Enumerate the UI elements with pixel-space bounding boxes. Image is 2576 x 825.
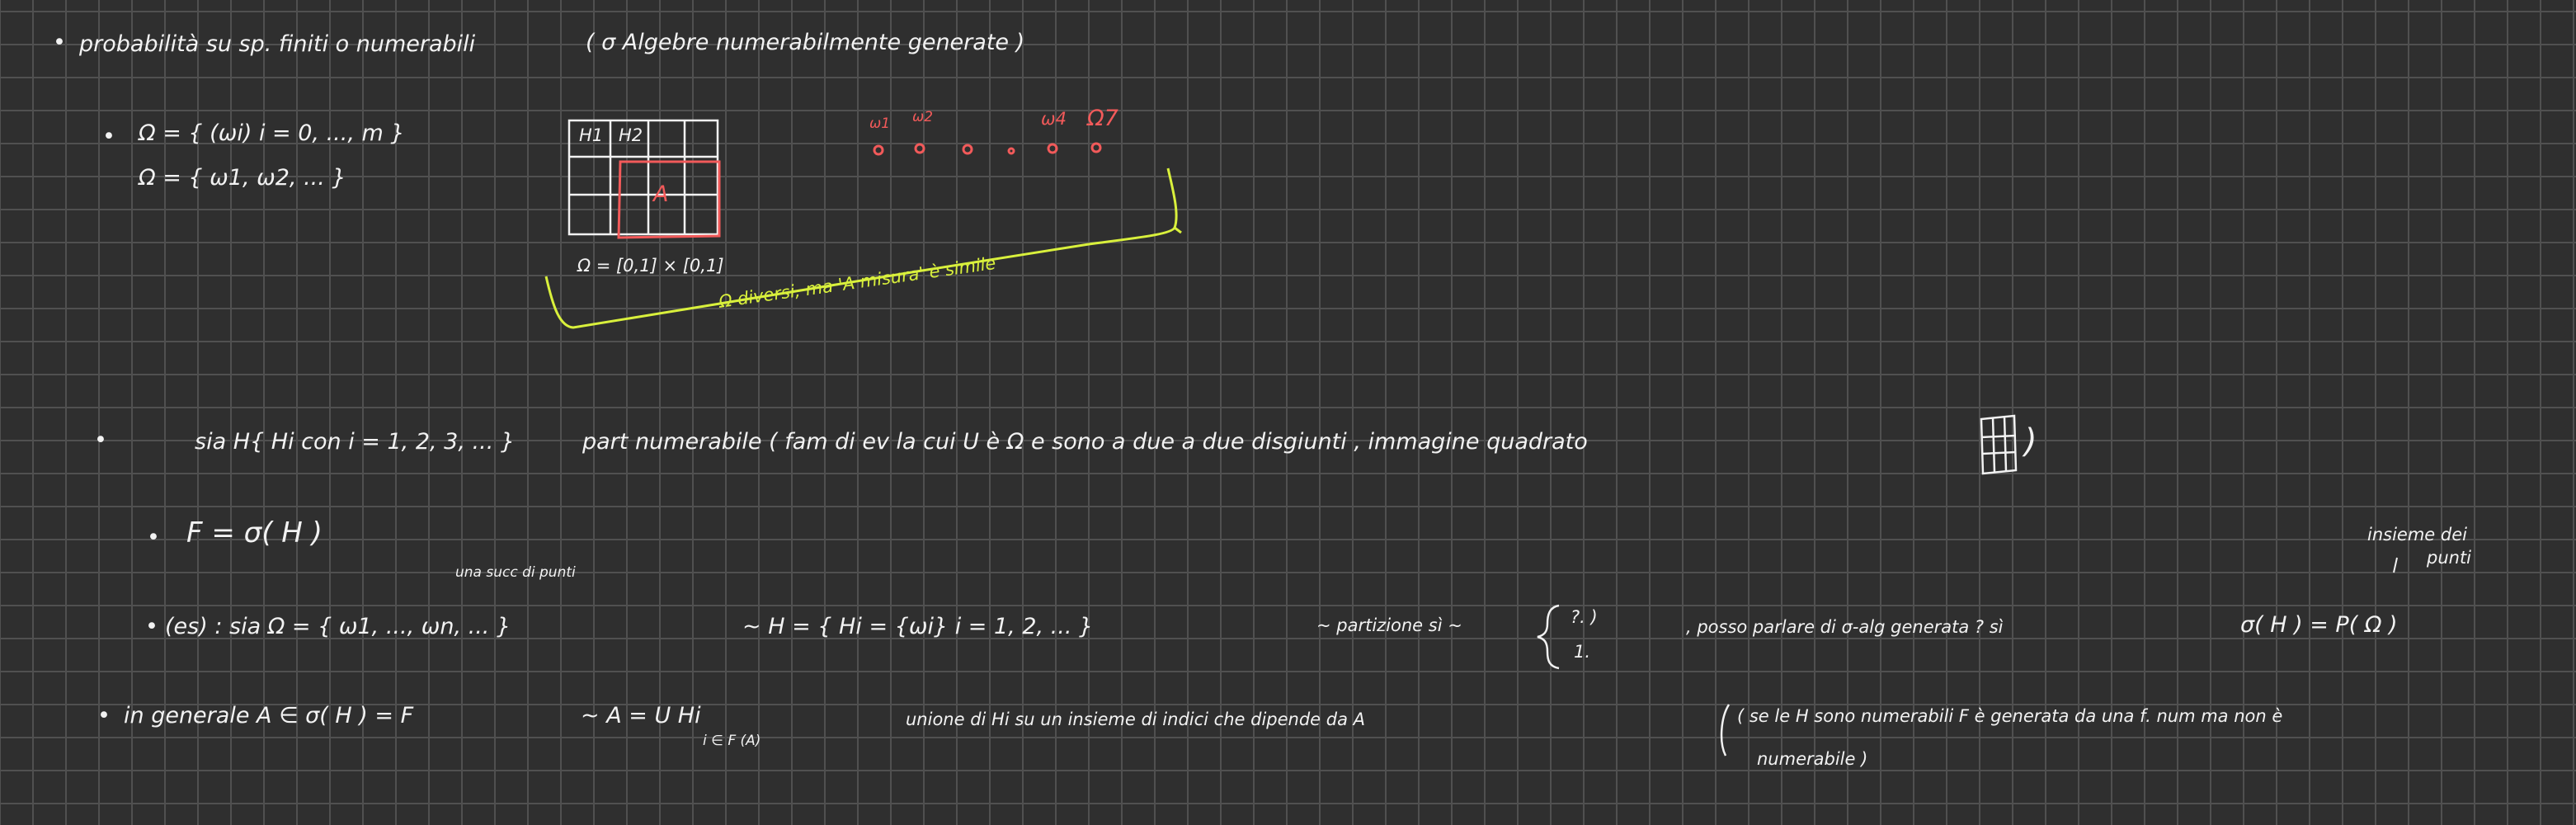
cell-h2-label: H2 <box>619 125 643 145</box>
omega-bullet: • <box>102 124 115 149</box>
ex-brace-bottom: 1. <box>1574 642 1591 662</box>
partition-part2: part numerabile ( fam di ev la cui U è Ω… <box>582 429 1588 455</box>
ex-brace-top: ?. ) <box>1571 607 1598 627</box>
ex-part3: ~ partizione sì ~ <box>1316 615 1462 635</box>
general-part4: ( se le H sono numerabili F è generata d… <box>1737 706 2283 726</box>
ex-part2: ~ H = { Hi = {ωi} i = 1, 2, ... } <box>742 614 1094 639</box>
succ-note: una succ di punti <box>455 564 576 581</box>
general-part2: ~ A = U Hi <box>581 703 701 728</box>
red-points-drawing <box>873 142 1102 156</box>
point-w1-label: ω1 <box>869 116 891 132</box>
square-sketch-icon <box>1980 414 2018 475</box>
cell-h1-label: H1 <box>579 125 604 145</box>
ex-part4: , posso parlare di σ-alg generata ? sì <box>1686 617 2004 637</box>
point-w7-label: Ω7 <box>1087 106 1118 131</box>
line1-title: probabilità su sp. finiti o numerabili <box>79 31 476 57</box>
omega-line-a: Ω = { (ωi) i = 0, ..., m } <box>139 120 405 146</box>
f-definition: F = σ( H ) <box>186 516 323 549</box>
line1-bullet: • <box>53 30 66 55</box>
note-right-line1: insieme dei <box>2367 525 2467 544</box>
partition-close: ) <box>2024 422 2037 460</box>
general-part3: unione di Hi su un insieme di indici che… <box>906 710 1366 729</box>
point-w2-label: ω2 <box>912 109 934 125</box>
general-part5: numerabile ) <box>1757 749 1868 769</box>
curly-brace <box>1537 604 1560 670</box>
set-a-region <box>617 160 721 239</box>
set-a-label: A <box>653 182 669 207</box>
line1-paren: ( σ Algebre numerabilmente generate ) <box>586 30 1025 55</box>
general-part1: in generale A ∈ σ( H ) = F <box>124 703 414 728</box>
f-bullet: • <box>147 525 160 550</box>
note-right-line2: punti <box>2427 548 2472 568</box>
general-bullet: • <box>97 703 111 728</box>
ex-part5: σ( H ) = P( Ω ) <box>2240 612 2398 638</box>
ex-part1: (es) : sia Ω = { ω1, ..., ωn, ... } <box>165 614 511 639</box>
omega-line-b: Ω = { ω1, ω2, ... } <box>139 165 346 191</box>
general-sub: i ∈ F (A) <box>703 733 761 749</box>
lime-brace <box>544 167 1178 329</box>
omega-def: Ω = [0,1] × [0,1] <box>577 256 724 276</box>
partition-part1: sia H{ Hi con i = 1, 2, 3, ... } <box>195 429 516 455</box>
point-w4-label: ω4 <box>1041 109 1067 129</box>
partition-bullet: • <box>94 427 107 453</box>
ex-bullet: • <box>145 614 158 639</box>
